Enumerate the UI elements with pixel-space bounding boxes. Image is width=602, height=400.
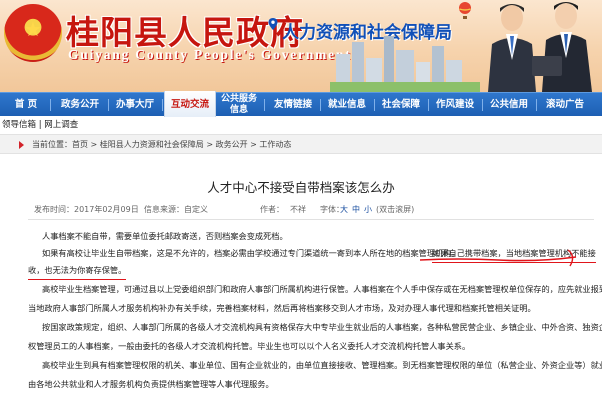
paragraph-4: 当地政府人事部门所属人才服务机构补办有关手续，完善档案材料，然后再将档案移交到人… (28, 300, 602, 334)
nav-gov-affairs[interactable]: 政务公开 (54, 93, 106, 117)
nav-public-credit[interactable]: 公共信用 (484, 93, 534, 117)
leader-mailbox-link[interactable]: 领导信箱 (2, 120, 36, 130)
breadcrumb-work-news[interactable]: 工作动态 (259, 140, 291, 149)
location-pin-icon (268, 18, 278, 30)
nav-interaction[interactable]: 互动交流 (164, 91, 216, 117)
red-annotation-underline (419, 249, 577, 267)
nav-social-security[interactable]: 社会保障 (376, 93, 426, 117)
nav-separator (264, 99, 265, 111)
site-banner: 桂阳县人民政府 Guiyang County People's Governme… (0, 0, 602, 92)
nav-separator (428, 99, 429, 111)
breadcrumb-separator: > (247, 140, 260, 149)
link-separator: | (38, 120, 42, 130)
source-label: 信息来源： (144, 205, 184, 214)
paragraph-text: 高校毕业生档案管理，可通过县以上党委组织部门和政府人事部门所属机构进行保管。人事… (42, 284, 602, 294)
breadcrumb-label: 当前位置： (32, 140, 72, 149)
font-size-medium[interactable]: 中 (352, 204, 360, 215)
nav-work-style[interactable]: 作风建设 (430, 93, 480, 117)
font-size-large[interactable]: 大 (340, 204, 348, 215)
paragraph-5: 权管理员工的人事档案，一般由委托的各级人才交流机构托管。毕业生也可以以个人名义委… (28, 338, 602, 389)
main-nav: 首 页 政务公开 办事大厅 互动交流 公共服务信息 友情链接 就业信息 社会保障… (0, 91, 602, 117)
breadcrumb-home[interactable]: 首页 (72, 140, 88, 149)
breadcrumb-gov-affairs[interactable]: 政务公开 (216, 140, 248, 149)
nav-separator (482, 99, 483, 111)
nav-separator (162, 99, 163, 111)
nav-friendly-links[interactable]: 友情链接 (268, 93, 318, 117)
article-title: 人才中心不接受自带档案该怎么办 (207, 180, 395, 195)
paragraph-text: 按国家政策规定，组织、人事部门所属的各级人才交流机构具有资格保存大中专毕业生就业… (42, 322, 602, 332)
breadcrumb-separator: > (88, 140, 100, 149)
nav-service-hall[interactable]: 办事大厅 (110, 93, 160, 117)
highlighted-text: 收，也无法为你寄存保管。 (28, 262, 127, 280)
quick-links-bar: 领导信箱 | 网上调查 (0, 118, 602, 133)
nav-separator (108, 99, 109, 111)
nav-public-service-info[interactable]: 公共服务信息 (218, 93, 260, 117)
breadcrumb-trail: 首页 > 桂阳县人力资源和社会保障局 > 政务公开 > 工作动态 (72, 135, 291, 154)
online-survey-link[interactable]: 网上调查 (44, 120, 78, 130)
meta-divider (28, 219, 594, 220)
author-value: 不祥 (290, 205, 306, 214)
nav-rolling-ads[interactable]: 滚动广告 (538, 93, 592, 117)
paragraph-text: 由各地公共就业和人才服务机构负责提供档案管理等人事代理服务。 (28, 379, 274, 389)
publish-date-label: 发布时间： (34, 205, 74, 214)
font-size-small[interactable]: 小 (364, 204, 372, 215)
nav-separator (50, 99, 51, 111)
breadcrumb-department[interactable]: 桂阳县人力资源和社会保障局 (100, 140, 204, 149)
nav-employment-info[interactable]: 就业信息 (322, 93, 372, 117)
paragraph-text: 当地政府人事部门所属人才服务机构补办有关手续，完善档案材料，然后再将档案移交到人… (28, 303, 536, 313)
nav-separator (536, 99, 537, 111)
paragraph-text: 高校毕业生到具有档案管理权限的机关、事业单位、国有企业就业的，由单位直接接收、管… (42, 360, 602, 370)
paragraph-text: 人事档案不能自带，需要单位委托邮政寄送，否则档案会变成死档。 (42, 231, 288, 241)
national-emblem-icon (4, 4, 62, 62)
double-click-scroll-hint: (双击滚屏) (376, 205, 415, 214)
breadcrumb-separator: > (203, 140, 216, 149)
paragraph-text: 权管理员工的人事档案，一般由委托的各级人才交流机构托管。毕业生也可以以个人名义委… (28, 341, 471, 351)
site-title-en: Guiyang County People's Government (68, 47, 352, 62)
nav-separator (320, 99, 321, 111)
nav-home[interactable]: 首 页 (4, 93, 48, 117)
source-value: 自定义 (184, 205, 208, 214)
businessmen-illustration (488, 2, 592, 92)
paragraph-text: 如果有高校让毕业生自带档案，这是不允许的，档案必需由学校通过专门渠道统一寄到本人… (42, 248, 460, 258)
publish-date: 2017年02月09日 (74, 205, 139, 214)
nav-separator (374, 99, 375, 111)
article-meta: 发布时间： 2017年02月09日 信息来源： 自定义 作者： 不祥 字体： 大… (34, 204, 594, 218)
city-skyline-image (330, 36, 480, 92)
hot-air-balloon-icon (459, 2, 471, 19)
breadcrumb: 当前位置： 首页 > 桂阳县人力资源和社会保障局 > 政务公开 > 工作动态 (0, 134, 602, 154)
triangle-arrow-icon (19, 141, 24, 149)
author-label: 作者： (260, 205, 284, 214)
